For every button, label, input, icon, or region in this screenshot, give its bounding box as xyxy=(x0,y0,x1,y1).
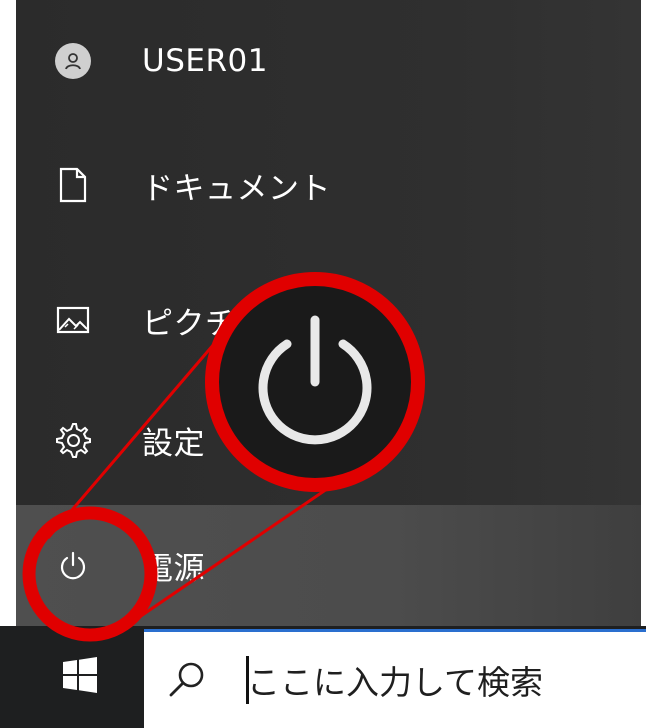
menu-item-user[interactable]: USER01 xyxy=(16,24,641,98)
menu-item-label: ドキュメント xyxy=(142,170,331,207)
start-button[interactable] xyxy=(16,626,144,728)
menu-item-settings[interactable]: 設定 xyxy=(16,403,641,477)
document-icon xyxy=(53,165,93,205)
screenshot-frame: USER01 ドキュメント ピクチャ 設定 電源 ここに入力して検索 xyxy=(0,0,646,728)
menu-item-label: 電源 xyxy=(142,551,205,587)
menu-item-label: USER01 xyxy=(142,43,268,79)
picture-icon xyxy=(53,300,93,340)
windows-logo-icon xyxy=(62,656,98,698)
user-avatar-icon xyxy=(53,41,93,81)
search-input[interactable]: ここに入力して検索 xyxy=(144,629,646,728)
menu-item-pictures[interactable]: ピクチャ xyxy=(16,283,641,357)
menu-item-label: 設定 xyxy=(142,425,205,462)
menu-item-documents[interactable]: ドキュメント xyxy=(16,148,641,222)
gear-icon xyxy=(53,420,93,460)
menu-item-label: ピクチャ xyxy=(142,305,268,342)
search-placeholder: ここに入力して検索 xyxy=(247,663,544,702)
search-icon xyxy=(164,656,210,702)
menu-item-power[interactable]: 電源 xyxy=(16,505,641,626)
taskbar: ここに入力して検索 xyxy=(0,626,646,728)
start-menu: USER01 ドキュメント ピクチャ 設定 電源 xyxy=(16,0,641,626)
power-icon xyxy=(53,546,93,586)
